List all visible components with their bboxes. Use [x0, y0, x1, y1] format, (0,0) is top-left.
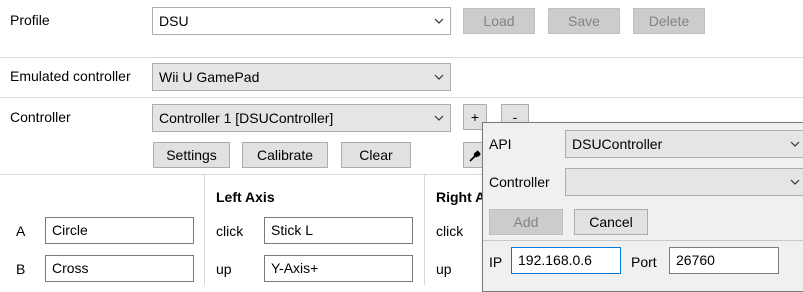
emulated-controller-label: Emulated controller	[10, 68, 131, 84]
column-divider	[424, 175, 425, 285]
left-axis-field-click[interactable]: Stick L	[264, 217, 413, 244]
divider	[0, 57, 803, 58]
add-controller-popup: API DSUController Controller Add Cancel …	[482, 122, 803, 292]
right-axis-name-up: up	[436, 261, 452, 277]
profile-combobox-value: DSU	[159, 13, 189, 29]
left-axis-name-up: up	[216, 261, 232, 277]
emulated-controller-value: Wii U GamePad	[159, 69, 260, 85]
controller-label: Controller	[10, 109, 71, 125]
chevron-down-icon	[434, 114, 444, 122]
api-label: API	[489, 136, 512, 152]
popup-divider	[483, 240, 803, 241]
delete-button[interactable]: Delete	[633, 8, 705, 34]
mapping-field-a[interactable]: Circle	[45, 217, 194, 244]
api-combobox[interactable]: DSUController	[565, 130, 803, 158]
right-axis-name-click: click	[436, 223, 464, 239]
popup-controller-label: Controller	[489, 174, 550, 190]
clear-button[interactable]: Clear	[341, 142, 411, 168]
profile-label: Profile	[10, 12, 50, 28]
left-axis-field-up[interactable]: Y-Axis+	[264, 255, 413, 282]
mapping-name-b: B	[16, 261, 26, 277]
settings-button[interactable]: Settings	[153, 142, 230, 168]
popup-add-button[interactable]: Add	[489, 209, 563, 235]
ip-label: IP	[489, 254, 503, 270]
chevron-down-icon	[434, 73, 444, 81]
left-axis-name-click: click	[216, 223, 244, 239]
controller-combobox-value: Controller 1 [DSUController]	[159, 110, 334, 126]
calibrate-button[interactable]: Calibrate	[242, 142, 328, 168]
divider	[0, 97, 803, 98]
chevron-down-icon	[790, 178, 800, 186]
save-button[interactable]: Save	[548, 8, 620, 34]
controller-combobox[interactable]: Controller 1 [DSUController]	[152, 104, 451, 132]
plug-icon	[467, 147, 483, 171]
load-button[interactable]: Load	[463, 8, 535, 34]
mapping-field-b[interactable]: Cross	[45, 255, 194, 282]
chevron-down-icon	[434, 17, 444, 25]
popup-cancel-button[interactable]: Cancel	[574, 209, 648, 235]
left-axis-header: Left Axis	[216, 189, 275, 205]
mapping-name-a: A	[16, 223, 26, 239]
port-label: Port	[631, 254, 657, 270]
right-axis-header: Right A	[436, 189, 486, 205]
api-combobox-value: DSUController	[572, 136, 663, 152]
profile-combobox[interactable]: DSU	[152, 7, 451, 35]
popup-controller-combobox[interactable]	[565, 168, 803, 196]
port-field[interactable]: 26760	[669, 247, 779, 274]
column-divider	[204, 175, 205, 285]
chevron-down-icon	[790, 140, 800, 148]
emulated-controller-combobox[interactable]: Wii U GamePad	[152, 63, 451, 91]
ip-field[interactable]: 192.168.0.6	[511, 247, 621, 274]
